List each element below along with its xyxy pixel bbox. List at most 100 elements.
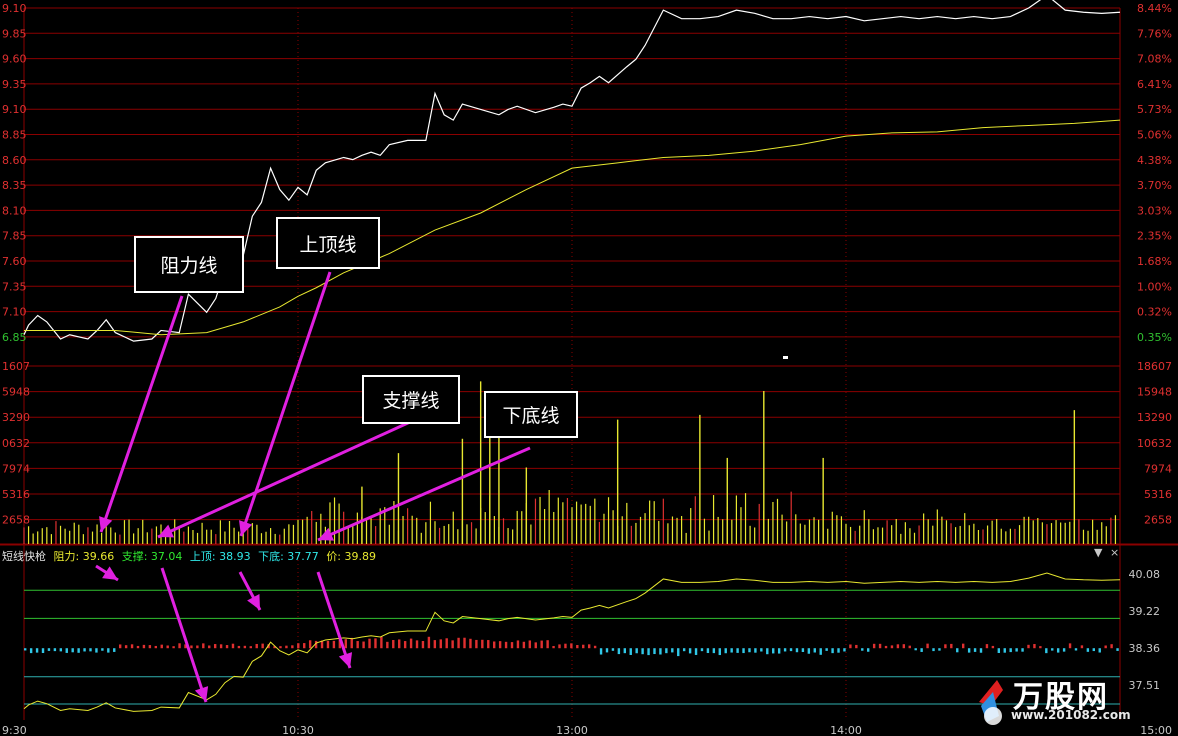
indicator-bar [837,648,840,653]
indicator-bar [777,648,781,654]
indicator-bar [77,648,80,653]
indicator-bar [41,648,45,654]
indicator-price-line [23,572,1121,712]
indicator-bar [558,644,561,649]
indicator-bar [564,643,567,649]
price-tick-label: 9.85 [2,27,27,40]
indicator-close-button[interactable]: × [1110,546,1119,559]
time-tick-label: 13:00 [556,724,588,736]
indicator-bar [303,643,306,649]
indicator-bar [166,645,169,649]
indicator-bar [694,648,698,655]
callout-bottom: 下底线 [484,391,578,438]
arrow-top-head [239,520,253,536]
volume-tick-label: 1607 [2,360,30,373]
indicator-bar [1027,644,1030,649]
indicator-bar [208,645,211,649]
indicator-bar [587,644,591,649]
indicator-bar [1045,648,1048,654]
indicator-bar [243,645,247,649]
indicator-bar [142,644,146,649]
time-tick-label: 9:30 [2,724,27,736]
price-tick-label: 8.35 [2,179,27,192]
indicator-bar [368,638,371,649]
price-tick-label: 7.85 [2,230,27,243]
indicator-bar [902,644,906,649]
indicator-bar [582,644,585,649]
indicator-bar [540,640,543,649]
indicator-bar [956,648,959,653]
indicator-bar [908,645,911,649]
logo-mascot-icon [979,680,1003,725]
indicator-bar [700,648,704,652]
indicator-bar [202,643,205,649]
arrow-resistance-indicator-head [102,566,118,580]
indicator-bar [433,640,437,649]
indicator-bar [362,641,365,649]
indicator-bar [979,648,983,653]
volume-tick-label: 7974 [2,462,30,475]
cursor-marker [783,356,788,359]
indicator-bar [961,643,965,649]
indicator-bar [463,637,466,649]
indicator-bar [677,648,680,657]
price-tick-label: 9.60 [2,53,27,66]
indicator-bar [71,648,74,653]
indicator-bar [522,641,526,649]
indicator-bar [849,644,852,649]
indicator-bar [326,640,330,649]
volume-tick-label: 15948 [1137,386,1172,399]
indicator-bar [1051,648,1054,651]
indicator-bar [255,643,258,649]
indicator-dropdown-button[interactable]: ▼ [1094,546,1102,559]
price-tick-label: 7.60 [2,255,27,268]
indicator-bar [682,648,686,652]
indicator-bar [332,640,336,649]
indicator-bar [552,645,555,649]
indicator-bar [95,648,98,653]
indicator-bar [403,641,407,649]
indicator-bar [53,648,57,652]
indicator-bar [1056,648,1060,653]
price-tick-label: 8.85 [2,129,27,142]
indicator-bar [914,648,917,651]
indicator-bar [926,643,929,649]
indicator-bar [516,640,520,649]
pct-tick-label: 3.03% [1137,204,1172,217]
legend-top: 上顶: 38.93 [189,550,251,563]
pct-tick-label: 1.68% [1137,255,1172,268]
indicator-bar [973,648,977,652]
indicator-bar [475,639,478,649]
indicator-bar [605,648,609,653]
indicator-bar [593,645,597,649]
indicator-bar [107,648,110,653]
legend-resistance: 阻力: 39.66 [53,550,115,563]
indicator-bar [279,646,282,649]
indicator-bar [789,648,793,652]
indicator-bar [706,648,710,654]
indicator-bar [855,644,858,649]
indicator-bar [623,648,627,654]
indicator-bar [795,648,799,653]
indicator-bar [457,637,460,649]
indicator-bar [29,648,33,654]
indicator-bar [196,645,199,649]
indicator-bar [154,645,158,649]
indicator-bar [160,644,163,649]
indicator-bar [291,645,294,649]
indicator-title: 短线快枪 [2,550,46,563]
indicator-bar [415,640,419,649]
indicator-bar [570,643,573,649]
indicator-tick-label: 40.08 [1129,568,1161,581]
indicator-bar [374,638,377,649]
indicator-bar [172,646,175,649]
price-tick-label: 7.35 [2,280,27,293]
indicator-bar [498,641,502,649]
indicator-bar [504,641,508,649]
indicator-bar [997,648,1001,653]
legend-support: 支撑: 37.04 [121,550,183,563]
indicator-bar [1104,645,1107,649]
indicator-bar [890,645,894,649]
price-tick-label: 8.10 [2,204,27,217]
indicator-bar [225,645,229,649]
